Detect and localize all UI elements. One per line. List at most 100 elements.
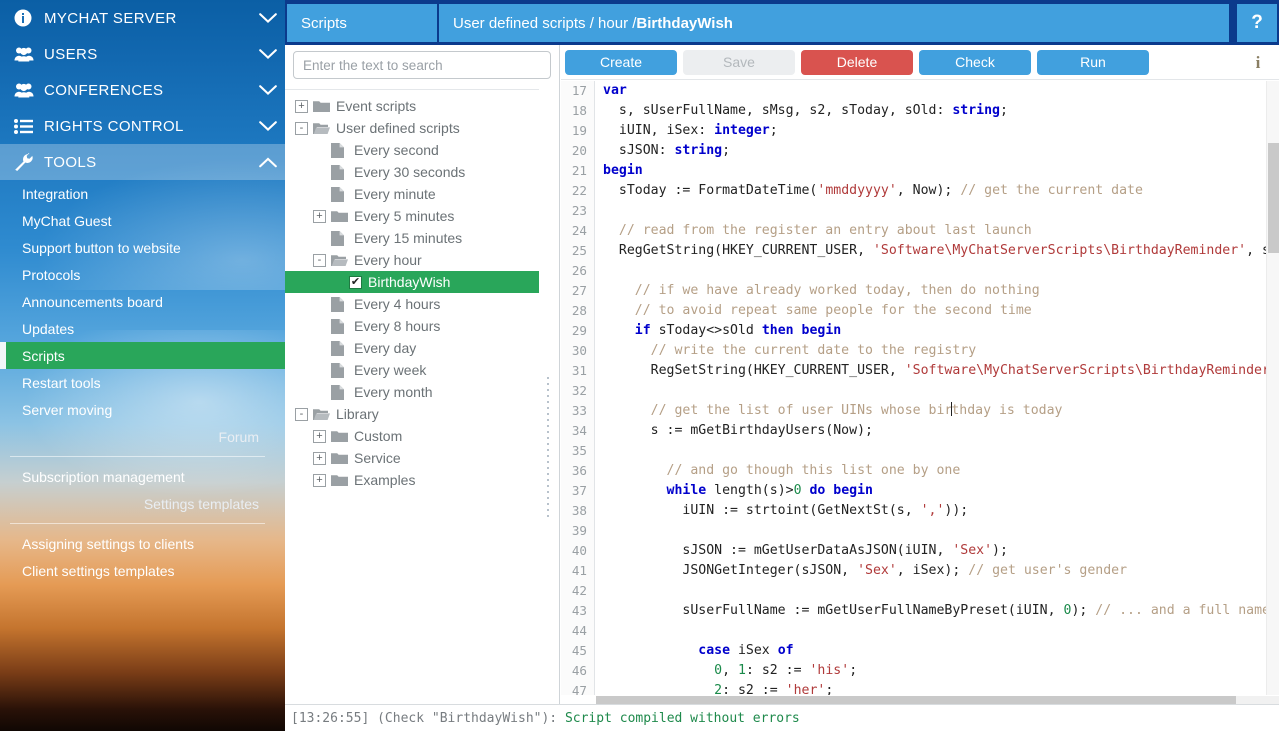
code-text[interactable]: sUserFullName := mGetUserFullNameByPrese… [595,601,1279,621]
code-line[interactable]: 47 2: s2 := 'her'; [561,681,1279,695]
code-line[interactable]: 36 // and go though this list one by one [561,461,1279,481]
delete-button[interactable]: Delete [801,49,913,75]
sidebar-item-integration[interactable]: Integration [0,180,285,207]
tree-item-every-15-minutes[interactable]: Every 15 minutes [285,227,539,249]
code-line[interactable]: 18 s, sUserFullName, sMsg, s2, sToday, s… [561,101,1279,121]
tree-item-event-scripts[interactable]: + Event scripts [285,95,539,117]
code-text[interactable]: RegGetString(HKEY_CURRENT_USER, 'Softwar… [595,241,1279,261]
tree-item-every-hour[interactable]: - Every hour [285,249,539,271]
code-line[interactable]: 46 0, 1: s2 := 'his'; [561,661,1279,681]
sidebar-item-announcements-board[interactable]: Announcements board [0,288,285,315]
tree-toggle-collapse-icon[interactable]: - [295,121,308,135]
tree-item-every-minute[interactable]: Every minute [285,183,539,205]
code-text[interactable]: sToday := FormatDateTime('mmddyyyy', Now… [595,181,1279,201]
tree-item-every-second[interactable]: Every second [285,139,539,161]
code-line[interactable]: 33 // get the list of user UINs whose bi… [561,401,1279,421]
code-text[interactable]: if sToday<>sOld then begin [595,321,1279,341]
code-line[interactable]: 28 // to avoid repeat same people for th… [561,301,1279,321]
tree-item-every-4-hours[interactable]: Every 4 hours [285,293,539,315]
code-line[interactable]: 24 // read from the register an entry ab… [561,221,1279,241]
code-text[interactable]: iUIN := strtoint(GetNextSt(s, ',')); [595,501,1279,521]
check-button[interactable]: Check [919,49,1031,75]
tree-item-every-5-minutes[interactable]: + Every 5 minutes [285,205,539,227]
code-text[interactable]: sJSON: string; [595,141,1279,161]
breadcrumb[interactable]: User defined scripts / hour / BirthdayWi… [439,4,1229,42]
tree-toggle-collapse-icon[interactable]: - [295,407,308,421]
tree-item-every-8-hours[interactable]: Every 8 hours [285,315,539,337]
code-line[interactable]: 25 RegGetString(HKEY_CURRENT_USER, 'Soft… [561,241,1279,261]
create-button[interactable]: Create [565,49,677,75]
code-text[interactable] [595,201,1279,221]
code-text[interactable]: begin [595,161,1279,181]
code-line[interactable]: 45 case iSex of [561,641,1279,661]
tree-toggle-expand-icon[interactable]: + [313,451,326,465]
code-line[interactable]: 20 sJSON: string; [561,141,1279,161]
code-text[interactable]: 0, 1: s2 := 'his'; [595,661,1279,681]
code-text[interactable]: var [595,81,1279,101]
sidebar-group-rights-control[interactable]: RIGHTS CONTROL [0,108,285,144]
chevron-down-icon[interactable] [251,120,285,132]
search-input[interactable] [293,51,551,79]
tree-toggle-expand-icon[interactable]: + [295,99,308,113]
sidebar-item-scripts[interactable]: Scripts [0,342,285,369]
code-line[interactable]: 37 while length(s)>0 do begin [561,481,1279,501]
code-line[interactable]: 31 RegSetString(HKEY_CURRENT_USER, 'Soft… [561,361,1279,381]
code-text[interactable]: // write the current date to the registr… [595,341,1279,361]
sidebar-group-tools[interactable]: TOOLS [0,144,285,180]
sidebar-item-subscription-management[interactable]: Subscription management [0,463,285,490]
tree-item-every-30-seconds[interactable]: Every 30 seconds [285,161,539,183]
code-text[interactable]: case iSex of [595,641,1279,661]
tree-item-birthdaywish[interactable]: ✔ BirthdayWish [285,271,539,293]
sidebar-group-users[interactable]: USERS [0,36,285,72]
code-line[interactable]: 40 sJSON := mGetUserDataAsJSON(iUIN, 'Se… [561,541,1279,561]
code-line[interactable]: 42 [561,581,1279,601]
code-text[interactable]: iUIN, iSex: integer; [595,121,1279,141]
code-line[interactable]: 39 [561,521,1279,541]
tree-item-examples[interactable]: + Examples [285,469,539,491]
chevron-down-icon[interactable] [251,84,285,96]
tree-item-every-week[interactable]: Every week [285,359,539,381]
code-text[interactable]: // if we have already worked today, then… [595,281,1279,301]
run-button[interactable]: Run [1037,49,1149,75]
sidebar-item-server-moving[interactable]: Server moving [0,396,285,423]
sidebar-group-mychat-server[interactable]: MYCHAT SERVER [0,0,285,36]
sidebar-item-mychat-guest[interactable]: MyChat Guest [0,207,285,234]
sidebar-group-conferences[interactable]: CONFERENCES [0,72,285,108]
help-button[interactable]: ? [1237,4,1277,42]
code-line[interactable]: 23 [561,201,1279,221]
sidebar-item-assigning-settings-to-clients[interactable]: Assigning settings to clients [0,530,285,557]
tree-item-service[interactable]: + Service [285,447,539,469]
tree-toggle-expand-icon[interactable]: + [313,209,326,223]
tree-item-library[interactable]: - Library [285,403,539,425]
code-line[interactable]: 35 [561,441,1279,461]
tab-scripts[interactable]: Scripts [287,4,437,42]
code-text[interactable]: sJSON := mGetUserDataAsJSON(iUIN, 'Sex')… [595,541,1279,561]
sidebar-item-support-button-to-website[interactable]: Support button to website [0,234,285,261]
code-line[interactable]: 44 [561,621,1279,641]
code-text[interactable] [595,381,1279,401]
sidebar-item-updates[interactable]: Updates [0,315,285,342]
sidebar-item-settings-templates[interactable]: Settings templates [0,490,285,517]
code-line[interactable]: 34 s := mGetBirthdayUsers(Now); [561,421,1279,441]
code-text[interactable]: s, sUserFullName, sMsg, s2, sToday, sOld… [595,101,1279,121]
tree-item-every-month[interactable]: Every month [285,381,539,403]
code-text[interactable] [595,441,1279,461]
code-line[interactable]: 26 [561,261,1279,281]
sidebar-item-protocols[interactable]: Protocols [0,261,285,288]
code-line[interactable]: 21 begin [561,161,1279,181]
chevron-down-icon[interactable] [251,12,285,24]
code-text[interactable] [595,521,1279,541]
code-text[interactable]: s := mGetBirthdayUsers(Now); [595,421,1279,441]
chevron-down-icon[interactable] [251,48,285,60]
code-line[interactable]: 29 if sToday<>sOld then begin [561,321,1279,341]
info-icon[interactable]: i [1251,53,1265,72]
code-editor[interactable]: 17 var 18 s, sUserFullName, sMsg, s2, sTod… [561,81,1279,695]
code-text[interactable]: 2: s2 := 'her'; [595,681,1279,695]
code-line[interactable]: 41 JSONGetInteger(sJSON, 'Sex', iSex); /… [561,561,1279,581]
sidebar-item-forum[interactable]: Forum [0,423,285,450]
code-line[interactable]: 22 sToday := FormatDateTime('mmddyyyy', … [561,181,1279,201]
sidebar-item-restart-tools[interactable]: Restart tools [0,369,285,396]
editor-vertical-scrollbar[interactable] [1266,81,1279,695]
code-text[interactable]: RegSetString(HKEY_CURRENT_USER, 'Softwar… [595,361,1279,381]
code-line[interactable]: 17 var [561,81,1279,101]
